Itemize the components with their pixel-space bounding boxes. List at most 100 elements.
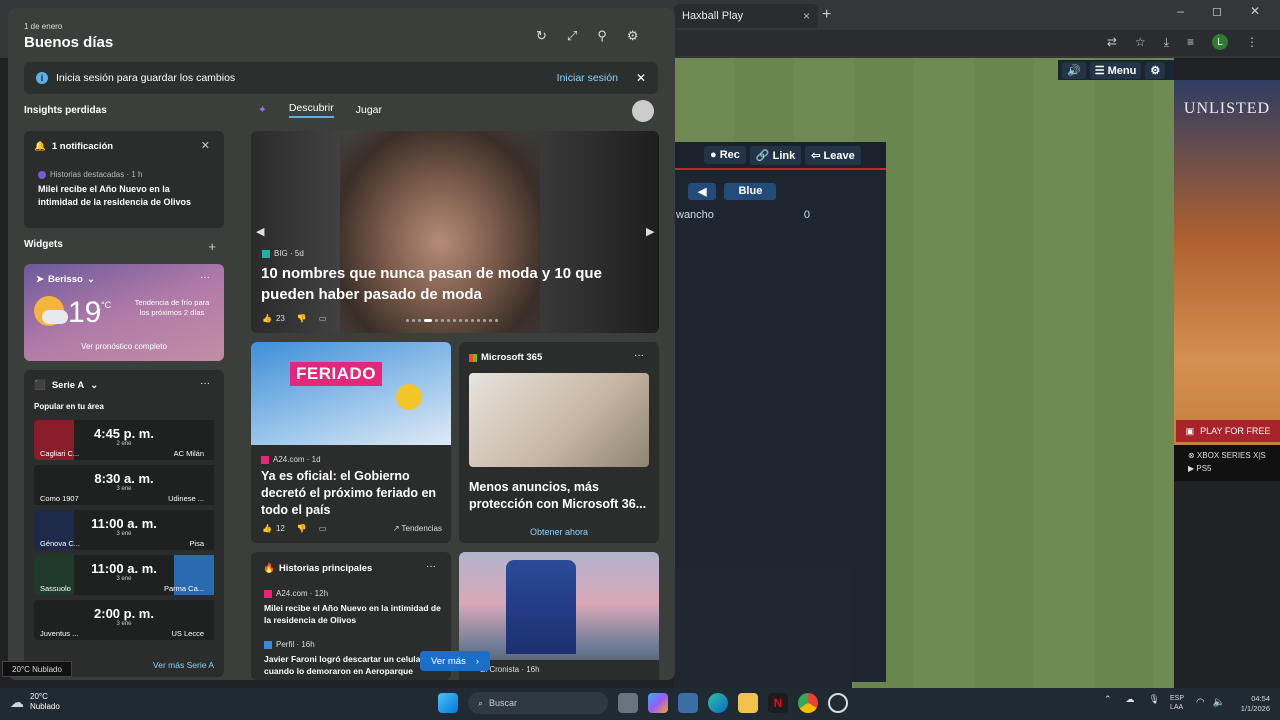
serie-a-widget: ⬛ Serie A ⌄ ··· Popular en tu área 4:45 … [24,370,224,677]
wifi-icon[interactable]: ◠ [1196,697,1205,708]
player-row[interactable]: wancho 0 [676,209,810,221]
download-icon[interactable]: ⤓ [1164,35,1169,50]
task-view-icon[interactable] [618,693,638,713]
tab-jugar[interactable]: Jugar [356,104,382,116]
menu-button[interactable]: ☰ Menu [1089,61,1142,79]
refresh-icon[interactable]: ↻ [536,28,547,44]
weather-unit: °C [101,300,112,310]
expand-icon[interactable]: ⤢ [567,28,577,44]
signin-link[interactable]: Iniciar sesión [557,72,618,84]
next-arrow-icon[interactable]: ▶ [646,225,654,238]
settings-button[interactable]: ⚙ [1145,61,1166,79]
settings-icon[interactable]: ⚙ [627,28,639,44]
language-indicator[interactable]: ESP LAA [1170,694,1184,712]
copilot-app-icon[interactable] [648,693,668,713]
weather-widget[interactable]: ➤ Berisso ⌄ ··· 19 °C Tendencia de frío … [24,264,224,361]
new-tab-button[interactable]: + [822,6,831,24]
match-row[interactable]: 11:00 a. m. 3 ene Génova C... Pisa [34,510,214,550]
taskbar-clock[interactable]: 04:54 1/1/2026 [1226,694,1270,714]
story-2-headline[interactable]: Javier Faroni logró descartar un celular… [264,653,440,679]
chevron-down-icon[interactable]: ⌄ [90,380,98,391]
volume-icon[interactable]: 🔈 [1213,697,1225,708]
team-blue-button[interactable]: Blue [724,183,777,200]
home-team-name: Juventus ... [40,629,79,638]
hero-title[interactable]: 10 nombres que nunca pasan de moda y 10 … [261,263,641,305]
feriado-title[interactable]: Ya es oficial: el Gobierno decretó el pr… [261,468,441,519]
tab-descubrir[interactable]: Descubrir [288,102,334,118]
pin-icon[interactable]: ⚲ [597,28,607,44]
away-team-name: Pisa [189,539,204,548]
close-window-icon[interactable]: ✕ [1250,4,1260,18]
more-options-icon[interactable]: ··· [426,561,436,572]
more-options-icon[interactable]: ··· [634,350,644,361]
clock-time: 04:54 [1251,694,1270,703]
taskbar-search[interactable]: ⌕ Buscar [468,692,608,714]
bookmark-star-icon[interactable]: ☆ [1135,35,1146,49]
more-options-icon[interactable]: ··· [200,272,210,283]
match-row[interactable]: 4:45 p. m. 2 ene Cagliari C... AC Milán [34,420,214,460]
netflix-icon[interactable]: N [768,693,788,713]
minimize-icon[interactable]: – [1177,4,1184,18]
home-team-name: Como 1907 [40,494,79,503]
opera-gx-icon[interactable] [828,693,848,713]
match-time: 11:00 a. m. [91,516,157,531]
ad-play-button[interactable]: ▣ PLAY FOR FREE [1176,420,1280,442]
ms-cta[interactable]: Obtener ahora [459,527,659,537]
see-more-button[interactable]: Ver más › [420,651,490,671]
user-avatar[interactable] [632,100,654,122]
reading-list-icon[interactable]: ≡ [1187,35,1194,49]
windows-start-icon[interactable] [438,693,458,713]
browser-tab[interactable]: Haxball Play × [674,4,818,28]
comment-icon[interactable]: ▭ [319,524,327,533]
dislike-icon[interactable]: 👎 [297,314,307,323]
close-notification-icon[interactable]: ✕ [201,139,210,152]
close-tab-icon[interactable]: × [803,9,810,23]
leave-button[interactable]: ⇦ Leave [805,145,861,165]
feed-tabs: ✦ Descubrir Jugar [258,102,382,118]
profile-avatar[interactable]: L [1212,34,1228,50]
more-options-icon[interactable]: ··· [200,378,210,389]
trending-icon: ↗ [392,524,400,533]
notification-headline[interactable]: Milei recibe el Año Nuevo en la intimida… [38,183,208,209]
signin-text: Inicia sesión para guardar los cambios [56,72,236,84]
edge-icon[interactable] [708,693,728,713]
taskbar-weather[interactable]: ☁ 20°C Nublado [10,692,60,712]
match-row[interactable]: 8:30 a. m. 3 ene Como 1907 Udinese ... [34,465,214,505]
rec-button[interactable]: ● Rec [704,146,746,164]
ms-title[interactable]: Menos anuncios, más protección con Micro… [469,479,653,513]
team-arrow-button[interactable]: ◀ [688,183,717,200]
comment-icon[interactable]: ▭ [319,314,327,323]
home-team-name: Génova C... [40,539,81,548]
chevron-up-icon[interactable]: ⌃ [1104,694,1112,705]
close-icon[interactable]: ✕ [636,71,646,85]
add-widget-icon[interactable]: + [208,239,216,254]
sound-button[interactable]: 🔊 [1062,61,1086,79]
taskbar-apps: ⌕ Buscar N [438,692,848,714]
translate-icon[interactable]: ⇄ [1107,35,1117,49]
maximize-icon[interactable]: ◻ [1212,4,1222,18]
match-row[interactable]: 2:00 p. m. 3 ene Juventus ... US Lecce [34,600,214,640]
like-icon[interactable]: 👍 [262,314,272,323]
match-time: 8:30 a. m. [94,471,154,486]
link-button[interactable]: 🔗 Link [749,145,802,165]
ms-brand: Microsoft 365 [481,352,543,363]
kebab-menu-icon[interactable]: ⋮ [1246,35,1258,49]
store-icon[interactable] [678,693,698,713]
top-stories-title: Historias principales [278,563,373,574]
match-row[interactable]: 11:00 a. m. 3 ene Sassuolo Parma Ca... [34,555,214,595]
chevron-down-icon[interactable]: ⌄ [87,274,95,285]
weather-trend[interactable]: Tendencia de frío para los próximos 2 dí… [132,298,212,318]
forecast-link[interactable]: Ver pronóstico completo [34,342,214,351]
match-time: 2:00 p. m. [94,606,154,621]
more-serie-a-link[interactable]: Ver más Serie A [153,660,214,670]
chrome-icon[interactable] [798,693,818,713]
file-explorer-icon[interactable] [738,693,758,713]
prev-arrow-icon[interactable]: ◀ [256,225,264,238]
story-1-headline[interactable]: Milei recibe el Año Nuevo en la intimida… [264,602,444,626]
dislike-icon[interactable]: 👎 [297,524,307,533]
notification-card[interactable]: 🔔 1 notificación ✕ Historias destacadas … [24,131,224,228]
copilot-icon[interactable]: ✦ [258,104,267,116]
like-icon[interactable]: 👍 [262,524,272,533]
microphone-icon[interactable]: 🎙 [1149,694,1160,705]
onedrive-icon[interactable]: ☁ [1126,694,1135,705]
